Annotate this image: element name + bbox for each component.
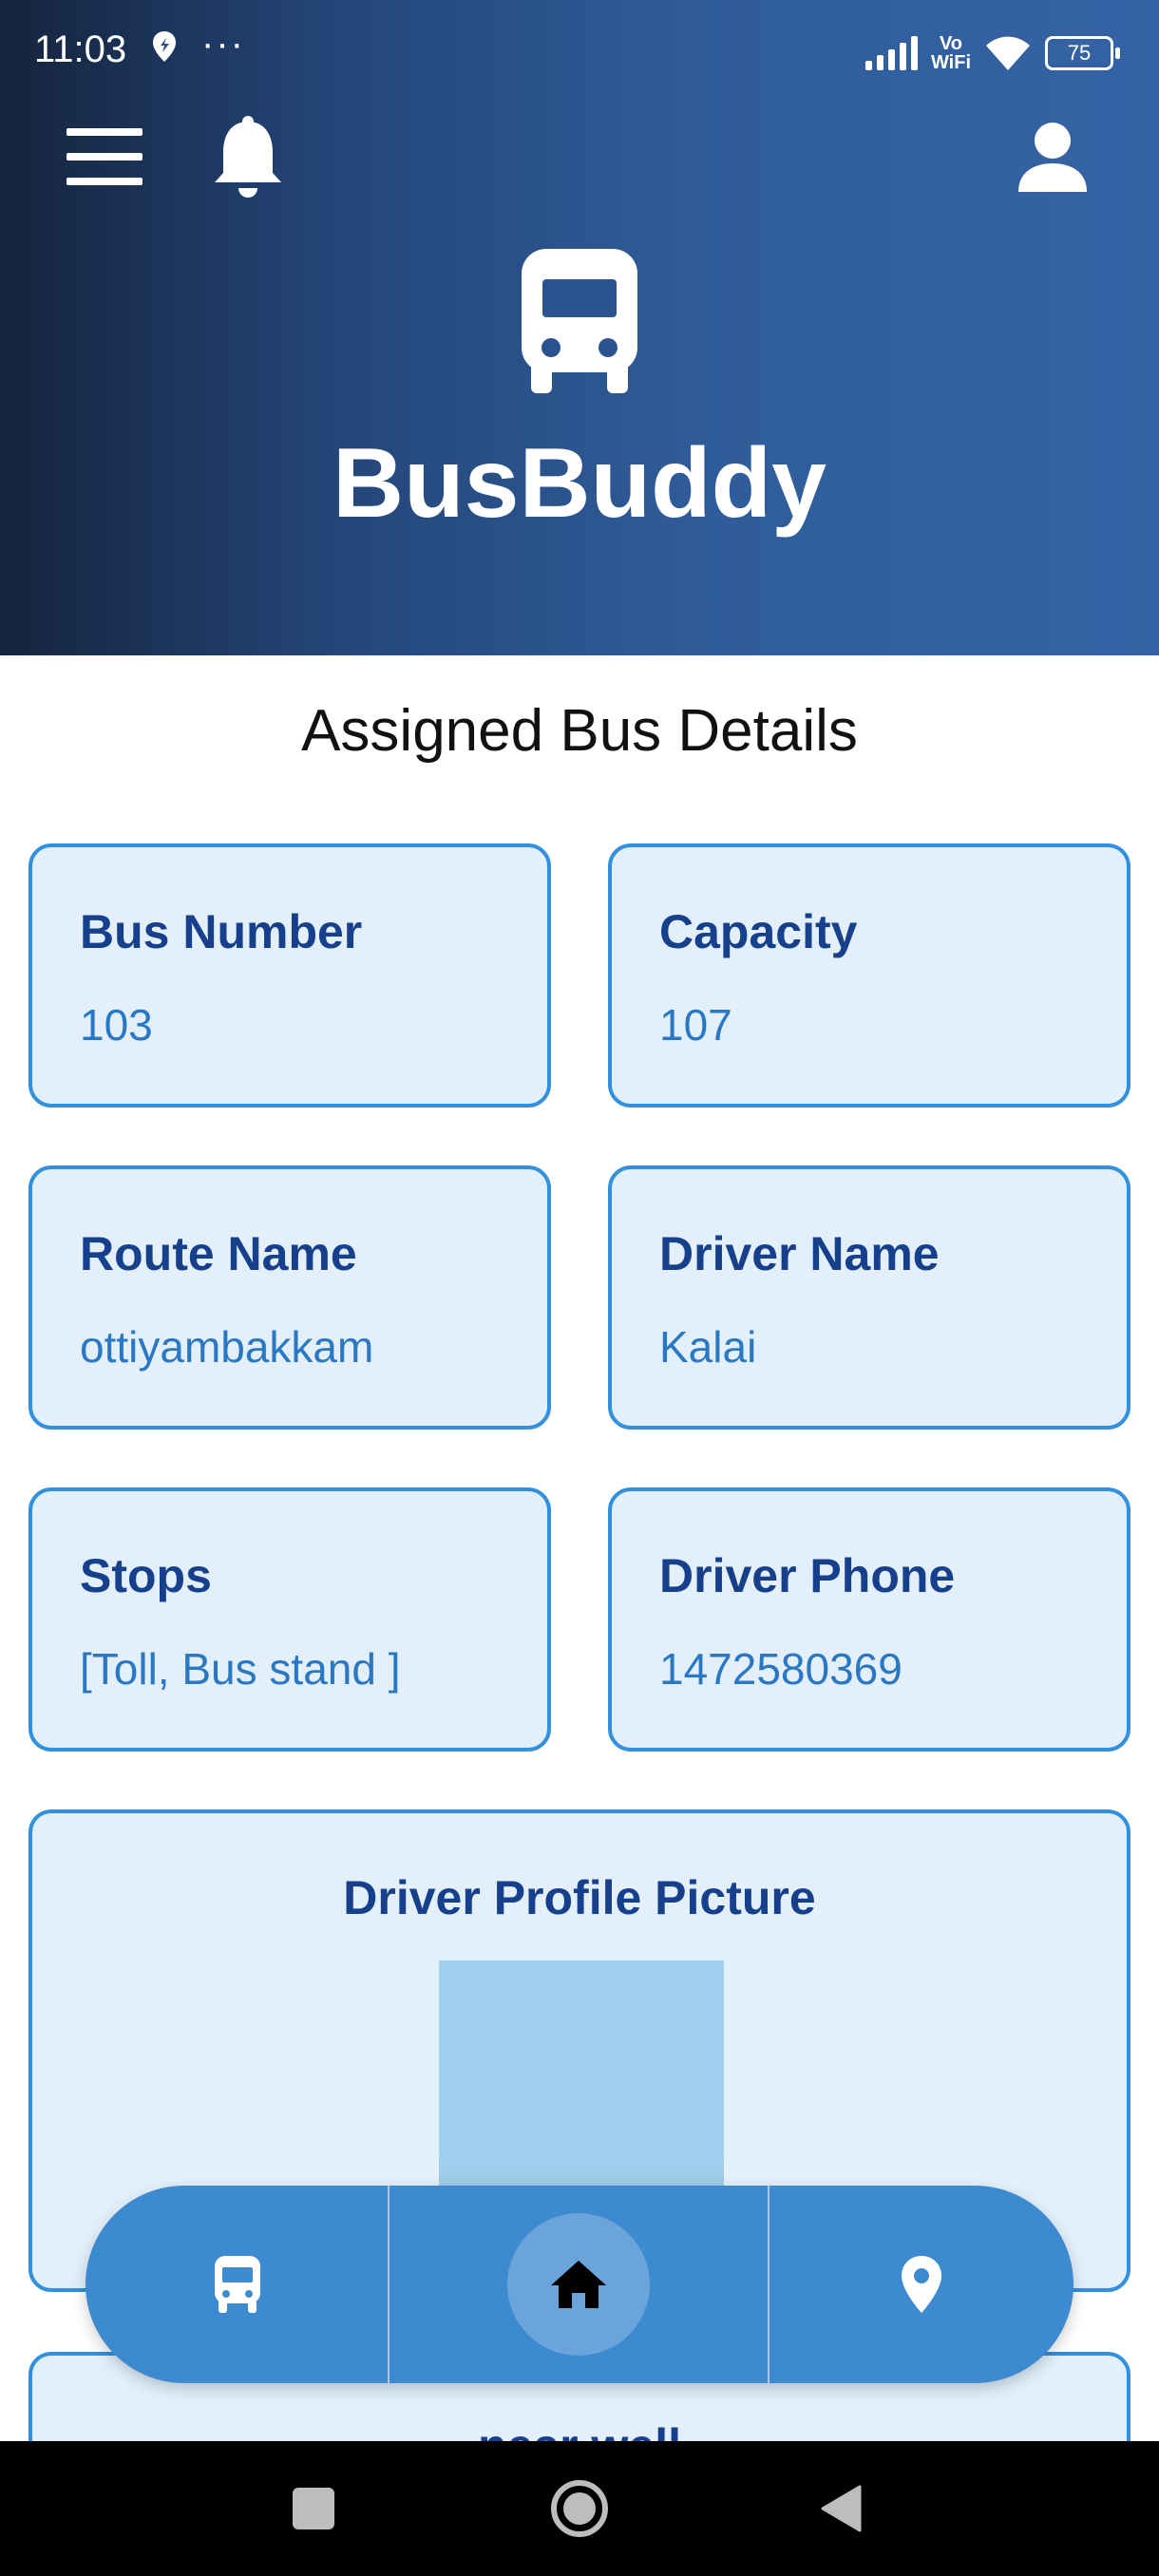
info-card-stops: Stops [Toll, Bus stand ]	[28, 1487, 551, 1752]
bottom-nav	[86, 2186, 1074, 2383]
battery-level: 75	[1067, 41, 1092, 65]
bus-icon	[215, 2256, 260, 2313]
system-nav-bar	[0, 2441, 1159, 2576]
profile-card-title: Driver Profile Picture	[343, 1871, 816, 1924]
bus-logo-icon	[518, 249, 641, 393]
home-active-indicator	[507, 2213, 650, 2356]
wifi-icon	[986, 36, 1030, 70]
info-card-driver-phone: Driver Phone 1472580369	[608, 1487, 1130, 1752]
vowifi-bottom: WiFi	[930, 52, 971, 73]
hamburger-menu-icon[interactable]	[66, 128, 142, 185]
app-title: BusBuddy	[332, 428, 826, 539]
card-label: Route Name	[80, 1227, 357, 1280]
info-card-capacity: Capacity 107	[608, 843, 1130, 1108]
bell-icon[interactable]	[211, 114, 285, 201]
back-triangle-icon	[821, 2485, 862, 2532]
location-pin-icon	[902, 2256, 941, 2313]
vowifi-top: Vo	[939, 33, 963, 54]
person-icon[interactable]	[1016, 122, 1089, 194]
status-icons: Vo WiFi 75	[864, 32, 1120, 74]
nav-location-button[interactable]	[770, 2186, 1074, 2383]
circle-icon	[551, 2480, 608, 2537]
recent-apps-button[interactable]	[285, 2441, 342, 2576]
status-time: 11:03	[34, 28, 127, 70]
nav-home-button[interactable]	[390, 2186, 768, 2383]
home-icon	[551, 2261, 606, 2308]
status-more-dots: ···	[201, 23, 245, 65]
card-label: Driver Name	[659, 1227, 940, 1280]
info-card-bus-number: Bus Number 103	[28, 843, 551, 1108]
card-value: 103	[80, 1000, 153, 1050]
card-value: 1472580369	[659, 1644, 902, 1694]
nav-bus-button[interactable]	[86, 2186, 390, 2383]
square-icon	[293, 2488, 334, 2529]
section-title: Assigned Bus Details	[301, 698, 858, 764]
card-label: Capacity	[659, 905, 858, 958]
card-value: Kalai	[659, 1322, 757, 1372]
home-system-button[interactable]	[546, 2441, 613, 2576]
signal-icon	[864, 36, 918, 70]
vowifi-label: Vo WiFi	[931, 34, 971, 72]
info-card-driver-name: Driver Name Kalai	[608, 1165, 1130, 1430]
back-button[interactable]	[812, 2441, 869, 2576]
card-label: Bus Number	[80, 905, 363, 958]
app-header: 11:03 ··· Vo WiFi 75 BusBuddy	[0, 0, 1159, 655]
card-value: 107	[659, 1000, 732, 1050]
card-value: [Toll, Bus stand ]	[80, 1644, 401, 1694]
card-label: Stops	[80, 1549, 212, 1602]
card-value: ottiyambakkam	[80, 1322, 374, 1372]
card-label: Driver Phone	[659, 1549, 956, 1602]
info-card-route-name: Route Name ottiyambakkam	[28, 1165, 551, 1430]
battery-icon: 75	[1045, 36, 1120, 70]
driver-profile-picture	[439, 1960, 724, 2207]
location-status-icon	[152, 30, 177, 71]
